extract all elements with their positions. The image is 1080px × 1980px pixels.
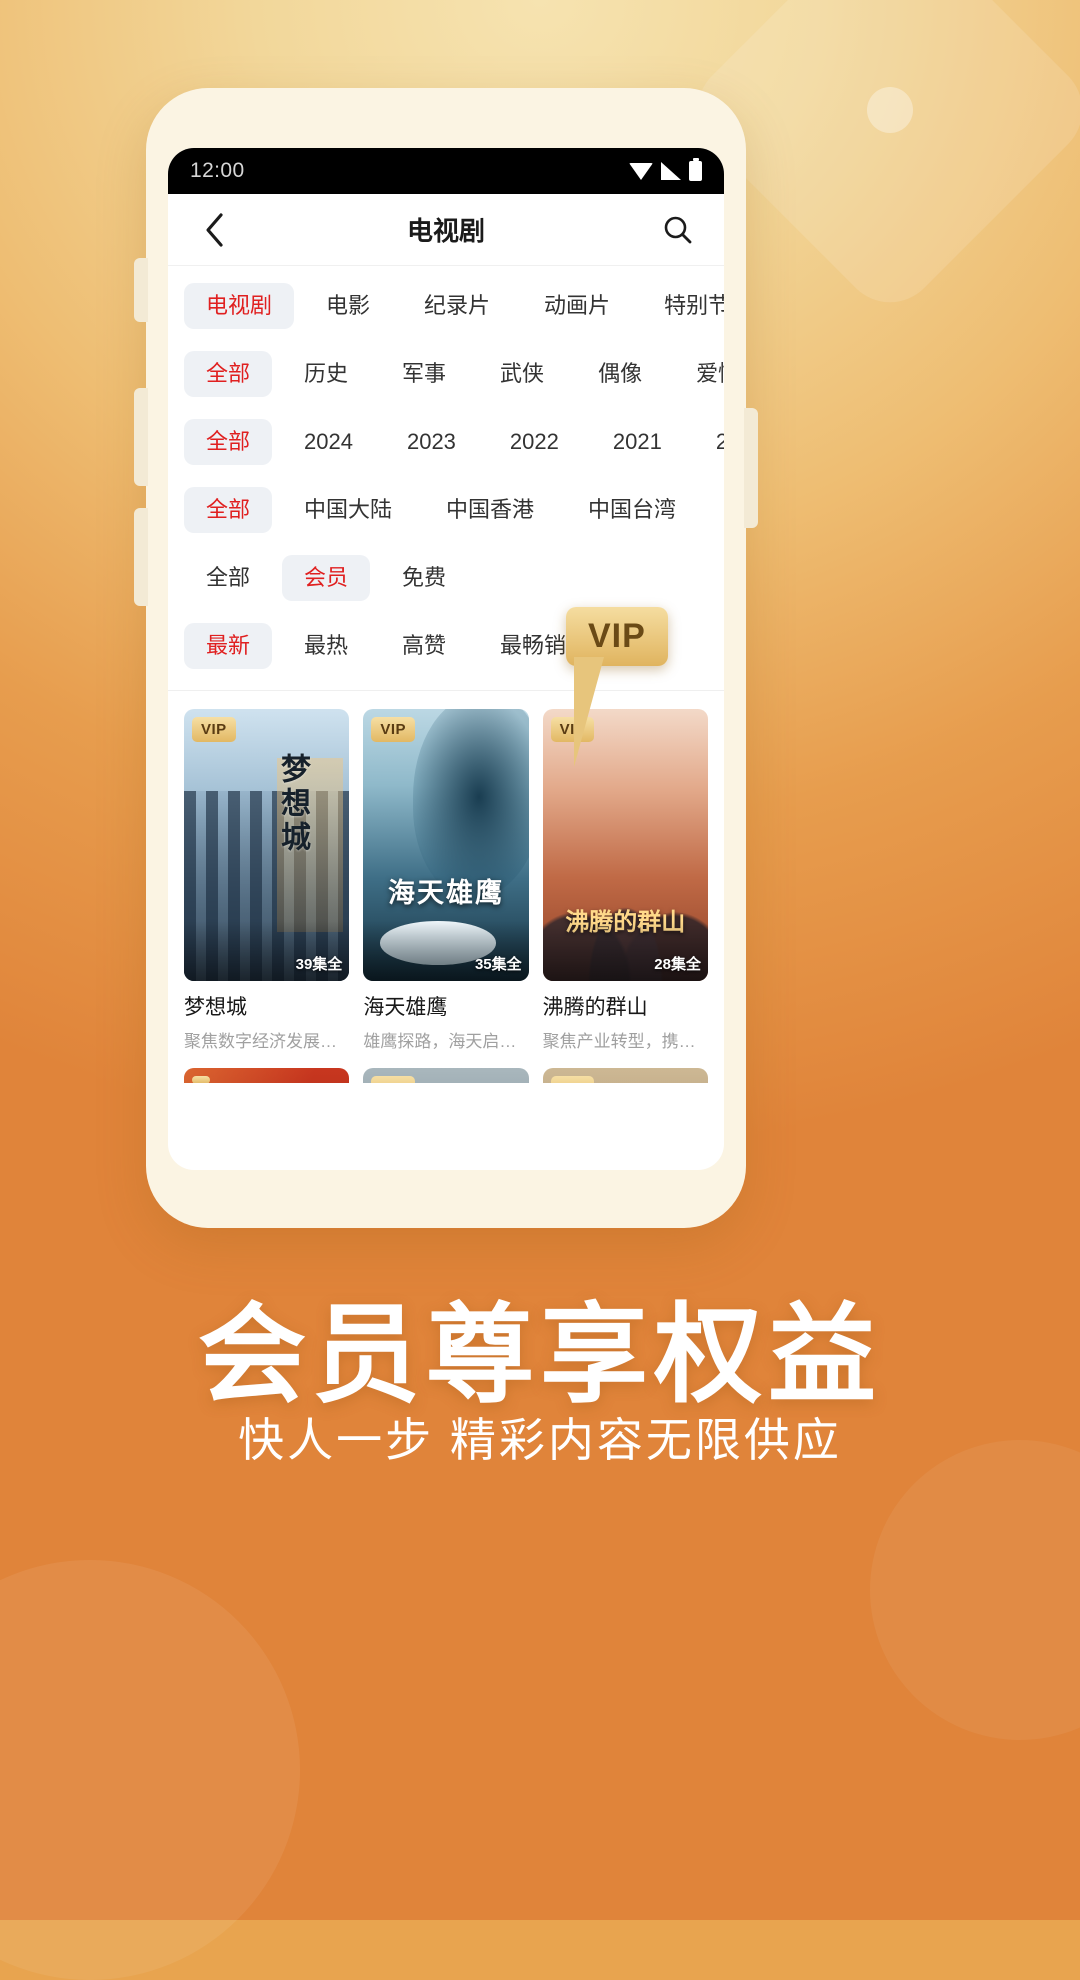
card-item[interactable]: VIP (542, 1068, 708, 1083)
phone-side-button-1 (134, 258, 148, 322)
card-title: 沸腾的群山 (542, 996, 648, 1019)
episode-count-badge: 39集全 (295, 956, 343, 973)
vip-badge: VIP (371, 1076, 416, 1083)
promo-subline: 快人一步 精彩内容无限供应 (238, 1414, 842, 1466)
filter-chip-region-2[interactable]: 中国香港 (424, 487, 556, 533)
decorative-circle-right (870, 1440, 1080, 1740)
card-poster[interactable]: VIP (363, 1068, 529, 1083)
poster-artwork-text: 海天雄鹰 (387, 878, 504, 909)
card-item[interactable]: VIP (363, 1068, 529, 1083)
filter-chip-payment-1[interactable]: 会员 (282, 555, 371, 601)
filter-chip-genre-4[interactable]: 偶像 (576, 351, 664, 397)
filter-chip-payment-0[interactable]: 全部 (184, 555, 272, 601)
filter-chip-genre-3[interactable]: 武侠 (478, 351, 566, 397)
card-title: 海天雄鹰 (363, 996, 448, 1019)
filter-chip-sort-1[interactable]: 最热 (282, 623, 370, 669)
search-button[interactable] (656, 208, 700, 252)
filter-chip-year-4[interactable]: 2021 (591, 419, 684, 465)
content-area: 梦想城 VIP 39集全 梦想城 聚焦数字经济发展… 海天雄鹰 VIP 35集全… (168, 691, 724, 1083)
card-description: 雄鹰探路，海天启… (363, 1032, 517, 1051)
filter-chip-category-3[interactable]: 动画片 (522, 283, 632, 329)
filter-row-genre: 全部 历史 军事 武侠 偶像 爱情 (168, 340, 724, 408)
page-title: 电视剧 (406, 216, 485, 246)
filter-chip-category-0[interactable]: 电视剧 (184, 283, 295, 329)
card-poster[interactable]: 海天雄鹰 VIP 35集全 (363, 709, 529, 981)
filter-chip-region-0[interactable]: 全部 (184, 487, 273, 533)
filter-row-category: 电视剧 电影 纪录片 动画片 特别节目 (168, 272, 724, 340)
filter-chip-year-0[interactable]: 全部 (184, 419, 273, 465)
filter-chip-region-1[interactable]: 中国大陆 (282, 487, 414, 533)
card-item[interactable]: 沸腾的群山 VIP 28集全 沸腾的群山 聚焦产业转型，携… (542, 709, 708, 1052)
phone-side-button-2 (134, 388, 148, 486)
filter-chip-genre-0[interactable]: 全部 (184, 351, 273, 397)
filter-chip-category-2[interactable]: 纪录片 (402, 283, 512, 329)
filter-row-region: 全部 中国大陆 中国香港 中国台湾 (168, 476, 724, 544)
search-icon (664, 216, 692, 243)
episode-count-badge: 28集全 (654, 956, 701, 973)
vip-callout: VIP (566, 607, 668, 767)
filter-chip-genre-2[interactable]: 军事 (380, 351, 468, 397)
card-grid: 梦想城 VIP 39集全 梦想城 聚焦数字经济发展… 海天雄鹰 VIP 35集全… (184, 709, 708, 1083)
back-chevron-icon (206, 212, 223, 247)
filter-chip-sort-0[interactable]: 最新 (184, 623, 273, 669)
card-item[interactable] (184, 1068, 350, 1083)
card-poster[interactable]: 沸腾的群山 VIP 28集全 (542, 709, 708, 981)
promo-headline: 会员尊享权益 (197, 1294, 882, 1415)
card-poster[interactable]: VIP (542, 1068, 708, 1083)
phone-side-button-right (744, 408, 758, 528)
filter-chip-genre-5[interactable]: 爱情 (674, 351, 724, 397)
vip-badge (192, 1076, 210, 1083)
card-poster[interactable]: 梦想城 VIP 39集全 (184, 709, 350, 981)
filter-chip-region-3[interactable]: 中国台湾 (566, 487, 698, 533)
filter-chip-year-1[interactable]: 2024 (282, 419, 375, 465)
vip-badge: VIP (371, 717, 416, 742)
filter-chip-category-4[interactable]: 特别节目 (642, 283, 724, 329)
poster-artwork-text: 梦想城 (275, 752, 309, 855)
card-description: 聚焦数字经济发展… (184, 1032, 337, 1051)
wifi-icon (629, 162, 653, 180)
episode-count-badge: 35集全 (474, 956, 522, 973)
signal-icon (661, 162, 681, 180)
filter-chip-payment-2[interactable]: 免费 (380, 555, 468, 601)
filter-chip-year-2[interactable]: 2023 (385, 419, 478, 465)
vip-badge: VIP (550, 1076, 595, 1083)
card-title: 梦想城 (184, 996, 247, 1019)
status-bar-icons (629, 158, 702, 181)
decorative-circle-left (0, 1560, 300, 1980)
filter-chip-year-5[interactable]: 20 (694, 419, 724, 465)
card-item[interactable]: 梦想城 VIP 39集全 梦想城 聚焦数字经济发展… (184, 709, 350, 1052)
card-description: 聚焦产业转型，携… (542, 1032, 696, 1051)
phone-side-button-3 (134, 508, 148, 606)
filter-chip-sort-2[interactable]: 高赞 (380, 623, 468, 669)
vip-badge: VIP (192, 717, 236, 742)
filter-chip-genre-1[interactable]: 历史 (282, 351, 370, 397)
filter-chip-category-1[interactable]: 电影 (304, 283, 392, 329)
battery-icon (689, 158, 702, 181)
back-button[interactable] (192, 208, 236, 252)
status-bar: 12:00 (168, 148, 724, 194)
card-poster[interactable] (184, 1068, 350, 1083)
vip-callout-pointer (574, 657, 604, 767)
filter-row-year: 全部 2024 2023 2022 2021 20 (168, 408, 724, 476)
card-item[interactable]: 海天雄鹰 VIP 35集全 海天雄鹰 雄鹰探路，海天启… (363, 709, 529, 1052)
filter-row-payment: 全部 会员 免费 (168, 544, 724, 612)
status-bar-time: 12:00 (190, 159, 245, 182)
filter-chip-year-3[interactable]: 2022 (488, 419, 581, 465)
nav-bar: 电视剧 (168, 194, 724, 266)
